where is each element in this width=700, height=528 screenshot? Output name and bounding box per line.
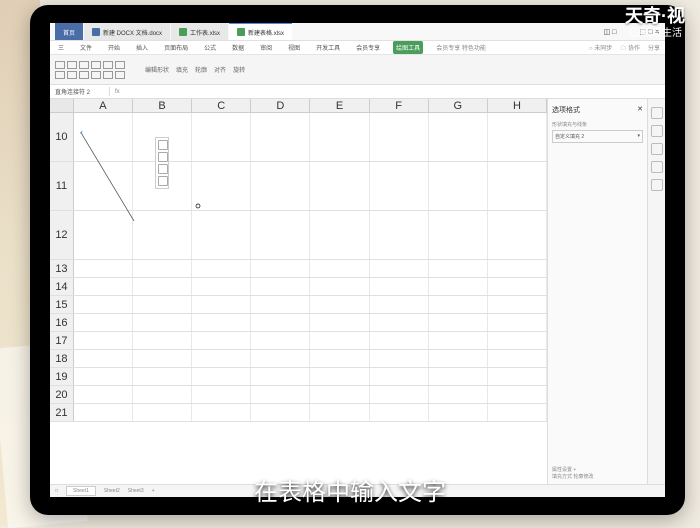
main-area: A B C D E F G H 10 11 12 13 14 15 16 17 …: [50, 99, 665, 484]
sheet-area: A B C D E F G H 10 11 12 13 14 15 16 17 …: [50, 99, 547, 484]
side-icon-3[interactable]: [651, 143, 663, 155]
align-button[interactable]: 对齐: [212, 64, 228, 75]
ribbon-drawtools[interactable]: 绘图工具: [393, 41, 423, 54]
ribbon-dev[interactable]: 开发工具: [313, 41, 343, 54]
float-btn-3[interactable]: [158, 164, 168, 174]
format-panel: 选项格式 ✕ 形状填充与线条 自定义填充 2▾ 属性设置 + 填充方式 轮廓修改: [547, 99, 647, 484]
ribbon-review[interactable]: 审阅: [257, 41, 275, 54]
side-icon-5[interactable]: [651, 179, 663, 191]
monitor-frame: 首页 新建 DOCX 文档.docx 工作表.xlsx 新建表格.xlsx ◫ …: [30, 5, 685, 515]
winctrl-left[interactable]: ◫ □: [604, 28, 617, 36]
panel-footer: 属性设置 + 填充方式 轮廓修改: [552, 466, 643, 480]
cursor-icon: [195, 203, 201, 209]
float-btn-1[interactable]: [158, 140, 168, 150]
row-20[interactable]: 20: [50, 386, 74, 403]
ribbon-menu[interactable]: 三: [55, 41, 67, 54]
col-E[interactable]: E: [310, 99, 369, 112]
col-H[interactable]: H: [488, 99, 547, 112]
panel-subtitle: 形状填充与线条: [552, 121, 643, 128]
collab-button[interactable]: ☁ 协作: [620, 43, 640, 52]
col-C[interactable]: C: [192, 99, 251, 112]
fill-button[interactable]: 填充: [174, 64, 190, 75]
tab-doc3[interactable]: 新建表格.xlsx: [229, 23, 292, 40]
float-btn-4[interactable]: [158, 176, 168, 186]
tab-home[interactable]: 首页: [55, 23, 83, 40]
ribbon-file[interactable]: 文件: [77, 41, 95, 54]
status-icon[interactable]: □: [55, 488, 58, 494]
watermark-icon: Q: [630, 27, 640, 37]
side-icon-4[interactable]: [651, 161, 663, 173]
add-sheet-button[interactable]: +: [152, 488, 155, 494]
ribbon-layout[interactable]: 页面布局: [161, 41, 191, 54]
row-17[interactable]: 17: [50, 332, 74, 349]
ribbon-insert[interactable]: 插入: [133, 41, 151, 54]
select-all-corner[interactable]: [50, 99, 74, 112]
float-btn-2[interactable]: [158, 152, 168, 162]
sync-status[interactable]: ○ 未同步: [589, 43, 612, 52]
ribbon: 三 文件 开始 插入 页面布局 公式 数据 审阅 视图 开发工具 会员专享 绘图…: [50, 41, 665, 55]
document-tabs: 首页 新建 DOCX 文档.docx 工作表.xlsx 新建表格.xlsx: [55, 23, 292, 40]
app-window: 首页 新建 DOCX 文档.docx 工作表.xlsx 新建表格.xlsx ◫ …: [50, 23, 665, 497]
col-B[interactable]: B: [133, 99, 192, 112]
floating-shape-toolbar: [155, 137, 169, 189]
panel-select[interactable]: 自定义填充 2▾: [552, 130, 643, 143]
edit-shape-button[interactable]: 编辑形状: [143, 64, 171, 75]
panel-close-icon[interactable]: ✕: [637, 105, 643, 115]
row-14[interactable]: 14: [50, 278, 74, 295]
sheet-tab-3[interactable]: Sheet3: [128, 488, 144, 494]
formula-bar: 直角连接符 2 fx: [50, 85, 665, 99]
titlebar: 首页 新建 DOCX 文档.docx 工作表.xlsx 新建表格.xlsx ◫ …: [50, 23, 665, 41]
col-G[interactable]: G: [429, 99, 488, 112]
fx-label[interactable]: fx: [110, 89, 125, 95]
cell-grid[interactable]: 10 11 12 13 14 15 16 17 18 19 20 21: [50, 113, 547, 484]
outline-button[interactable]: 轮廓: [193, 64, 209, 75]
sheet-tab-2[interactable]: Sheet2: [104, 488, 120, 494]
side-icon-2[interactable]: [651, 125, 663, 137]
col-A[interactable]: A: [74, 99, 133, 112]
row-15[interactable]: 15: [50, 296, 74, 313]
tab-doc1[interactable]: 新建 DOCX 文档.docx: [84, 23, 170, 40]
ribbon-data[interactable]: 数据: [229, 41, 247, 54]
col-F[interactable]: F: [370, 99, 429, 112]
row-21[interactable]: 21: [50, 404, 74, 421]
watermark-sub: Q 天奇生活: [630, 24, 682, 39]
name-box[interactable]: 直角连接符 2: [50, 87, 110, 96]
row-12[interactable]: 12: [50, 211, 74, 259]
rotate-button[interactable]: 旋转: [231, 64, 247, 75]
ribbon-home[interactable]: 开始: [105, 41, 123, 54]
col-D[interactable]: D: [251, 99, 310, 112]
row-19[interactable]: 19: [50, 368, 74, 385]
side-icon-1[interactable]: [651, 107, 663, 119]
row-11[interactable]: 11: [50, 162, 74, 210]
row-18[interactable]: 18: [50, 350, 74, 367]
row-13[interactable]: 13: [50, 260, 74, 277]
doc-icon: [92, 28, 100, 36]
row-10[interactable]: 10: [50, 113, 74, 161]
column-headers: A B C D E F G H: [50, 99, 547, 113]
ribbon-extra[interactable]: 会员专享 特色功能: [433, 41, 489, 54]
ribbon-formula[interactable]: 公式: [201, 41, 219, 54]
tab-doc2[interactable]: 工作表.xlsx: [171, 23, 228, 40]
row-16[interactable]: 16: [50, 314, 74, 331]
xls-icon: [237, 28, 245, 36]
ribbon-member[interactable]: 会员专享: [353, 41, 383, 54]
chevron-down-icon: ▾: [637, 133, 640, 140]
shape-gallery[interactable]: [55, 61, 135, 79]
video-caption: 在表格中输入文字: [254, 472, 446, 507]
ribbon-view[interactable]: 视图: [285, 41, 303, 54]
xls-icon: [179, 28, 187, 36]
sheet-tab-1[interactable]: Sheet1: [66, 486, 96, 496]
share-button[interactable]: 分享: [648, 43, 660, 52]
panel-title: 选项格式: [552, 105, 580, 115]
side-iconbar: [647, 99, 665, 484]
toolbar: 编辑形状 填充 轮廓 对齐 旋转: [50, 55, 665, 85]
